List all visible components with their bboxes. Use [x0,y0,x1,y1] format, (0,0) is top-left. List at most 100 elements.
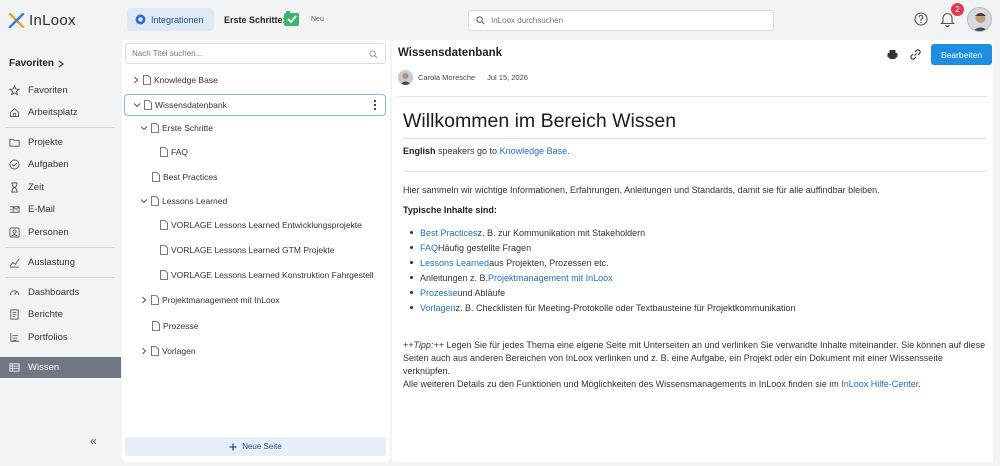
check-circle-icon [9,159,20,170]
tree-node-best-practices[interactable]: Best Practices [152,167,217,187]
tree-search[interactable] [125,43,386,64]
document-icon [143,75,151,85]
edit-button[interactable]: Bearbeiten [931,44,992,65]
content-list: Best Practices z. B. zur Kommunikation m… [410,225,796,315]
tree-node-knowledge-base[interactable]: Knowledge Base [132,70,218,90]
tree-node-wissensdatenbank[interactable]: Wissensdatenbank [124,94,386,116]
notification-badge: 2 [951,3,964,16]
global-search[interactable] [468,10,774,31]
nav-item-berichte[interactable]: Berichte [0,304,121,325]
chevron-down-icon[interactable] [140,197,148,205]
author-avatar[interactable] [398,70,413,85]
nav-item-label: Portfolios [28,332,68,343]
tree-node-lessons-learned[interactable]: Lessons Learned [140,191,227,211]
chevron-right-icon[interactable] [140,296,148,304]
english-end: . [567,146,570,156]
list-item-text: z. B. zur Kommunikation mit Stakeholdern [477,227,646,238]
list-item: FAQ Häufig gestellte Fragen [410,240,796,255]
tree-node-label: Knowledge Base [154,75,218,85]
help-center-link[interactable]: InLoox Hilfe-Center [841,379,918,389]
inloox-logo[interactable]: InLoox [8,12,76,29]
tree-node-faq[interactable]: FAQ [160,142,188,162]
hourglass-icon [11,182,18,193]
tip-paragraph: ++Tipp:++ Legen Sie für jedes Thema eine… [403,339,988,391]
favorites-header[interactable]: Favoriten [9,58,65,69]
faq-link[interactable]: FAQ [420,243,438,253]
nav-item-arbeitsplatz[interactable]: Arbeitsplatz [0,102,121,123]
section-rule [403,171,986,172]
tree-node-erste-schritte[interactable]: Erste Schritte [140,118,213,138]
user-avatar-icon [968,8,991,31]
chevron-right-icon[interactable] [132,76,140,84]
gauge-icon [9,258,20,268]
first-steps-icon[interactable] [283,10,301,28]
chevron-right-icon [58,60,65,67]
tree-node-prozesse[interactable]: Prozesse [152,316,198,336]
home-icon [9,108,20,118]
document-icon [160,270,168,280]
chevron-right-icon[interactable] [140,347,148,355]
best-practices-link[interactable]: Best Practices [420,228,478,238]
tree-node-projektmanagement[interactable]: Projektmanagement mit InLoox [140,290,280,310]
list-item-prefix: Anleitungen z. B. [420,272,489,283]
chevron-down-icon[interactable] [140,124,148,132]
lessons-learned-link[interactable]: Lessons Learned [420,258,489,268]
nav-divider [5,277,115,278]
link-icon[interactable] [910,49,921,60]
portfolio-icon [10,332,20,342]
nav-item-portfolios[interactable]: Portfolios [0,327,121,348]
vorlagen-link[interactable]: Vorlagen [420,303,456,313]
nav-item-label: Personen [28,227,69,238]
user-avatar[interactable] [967,7,992,32]
chevron-down-icon[interactable] [133,101,141,109]
nav-item-label: Aufgaben [28,159,69,170]
nav-item-dashboards[interactable]: Dashboards [0,282,121,303]
projektmanagement-link[interactable]: Projektmanagement mit InLoox [488,273,613,283]
nav-item-label: Wissen [28,362,60,373]
global-search-input[interactable] [491,16,751,25]
tree-search-input[interactable] [132,49,362,58]
nav-item-label: Favoriten [28,85,68,96]
more-options-icon[interactable] [373,99,377,111]
page-title: Wissensdatenbank [398,47,503,59]
tree-node-vorlage-entwicklungsprojekte[interactable]: VORLAGE Lessons Learned Entwicklungsproj… [160,215,362,235]
nav-item-personen[interactable]: Personen [0,222,121,243]
tree-node-vorlage-gtm-projekte[interactable]: VORLAGE Lessons Learned GTM Projekte [160,240,334,260]
document-icon [151,196,159,206]
knowledge-base-link[interactable]: Knowledge Base [500,146,568,156]
dashboard-icon [9,290,20,296]
nav-item-auslastung[interactable]: Auslastung [0,252,121,273]
header-divider [398,96,987,97]
new-page-button[interactable]: Neue Seite [125,437,386,456]
integrations-icon [135,14,146,25]
tree-node-vorlagen[interactable]: Vorlagen [140,341,196,361]
english-text: speakers go to [435,146,500,156]
typical-heading: Typische Inhalte sind: [403,205,497,215]
nav-item-projekte[interactable]: Projekte [0,132,121,153]
nav-item-email[interactable]: E-Mail [0,199,121,220]
tree-node-label: Projektmanagement mit InLoox [162,295,280,305]
author-info: Carola Moresche Jul 15, 2026 [398,70,528,85]
plus-icon [229,443,237,450]
nav-item-aufgaben[interactable]: Aufgaben [0,154,121,175]
help-icon[interactable] [914,12,928,26]
nav-divider [5,127,115,128]
nav-item-zeit[interactable]: Zeit [0,177,121,198]
collapse-sidebar-button[interactable]: « [90,434,97,448]
new-label: Neu [311,16,324,23]
tree-node-label: VORLAGE Lessons Learned GTM Projekte [171,245,335,255]
integrations-button[interactable]: Integrationen [127,8,214,31]
nav-item-favoriten[interactable]: Favoriten [0,80,121,101]
intro-text: Hier sammeln wir wichtige Informationen,… [403,185,880,195]
list-item: Prozesse und Abläufe [410,285,796,300]
tree-node-vorlage-konstruktion-fahrgestell[interactable]: VORLAGE Lessons Learned Konstruktion Fah… [160,265,374,285]
tree-node-label: VORLAGE Lessons Learned Konstruktion Fah… [171,270,374,280]
document-icon [160,147,168,157]
nav-item-wissen[interactable]: Wissen [0,357,121,378]
document-icon [151,123,159,133]
print-icon[interactable] [887,49,898,60]
nav-item-label: Arbeitsplatz [28,107,78,118]
prozesse-link[interactable]: Prozesse [420,288,458,298]
document-icon [152,321,160,331]
nav-item-label: Auslastung [28,257,76,268]
